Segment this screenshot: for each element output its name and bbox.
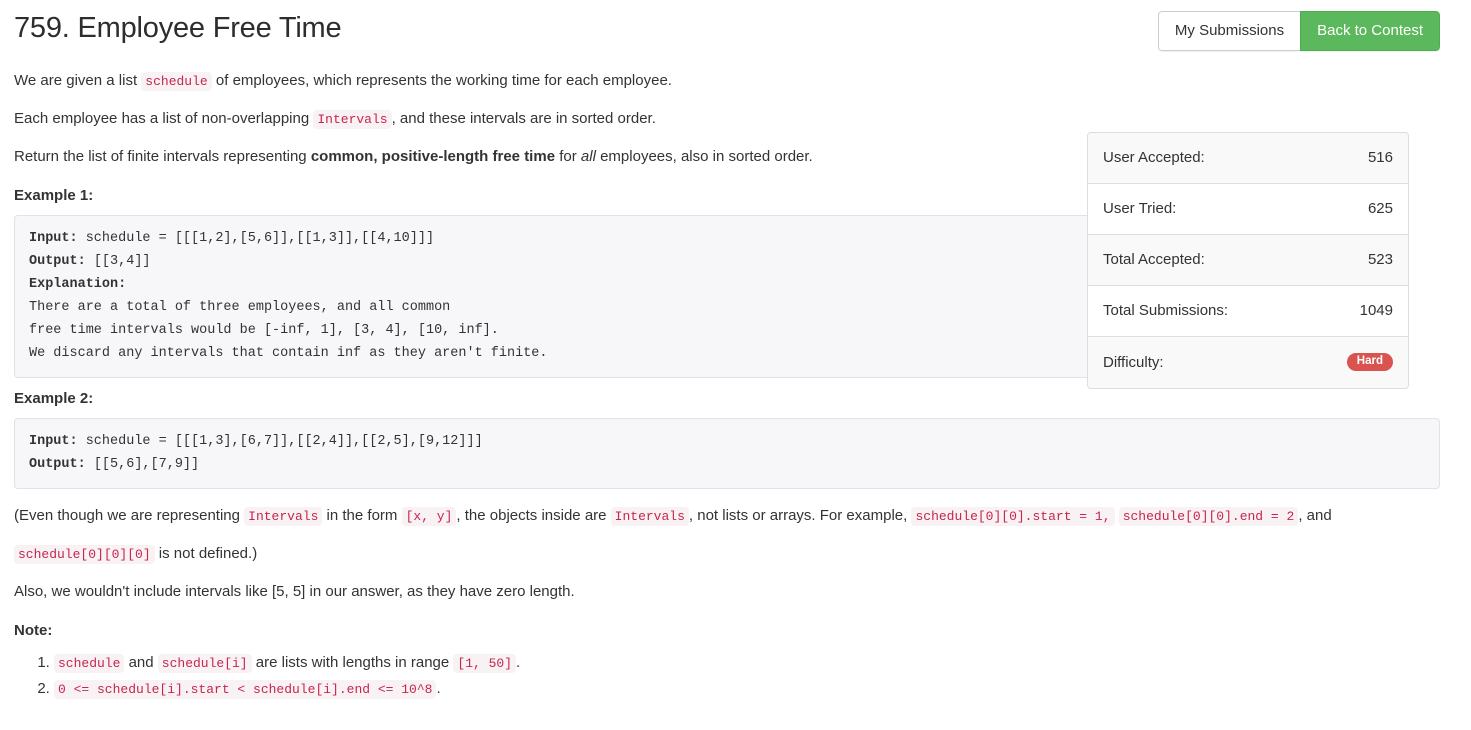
example-1-output-label: Output: xyxy=(29,254,86,269)
inline-code-schedule-triple-index: schedule[0][0][0] xyxy=(14,545,155,564)
desc-p2-text-before: Each employee has a list of non-overlapp… xyxy=(14,110,310,127)
example-1-explanation-line-2: free time intervals would be [-inf, 1], … xyxy=(29,323,499,338)
example-1-input-label: Input: xyxy=(29,231,78,246)
inline-code-schedule-start: schedule[0][0].start = 1, xyxy=(911,507,1115,526)
example-2-input-value: schedule = [[[1,3],[6,7]],[[2,4]],[[2,5]… xyxy=(77,434,483,449)
footnote-s6: is not defined.) xyxy=(158,545,258,562)
example-1-code-block: Input: schedule = [[[1,2],[5,6]],[[1,3]]… xyxy=(14,215,1108,378)
stat-row-difficulty: Difficulty: Hard xyxy=(1088,337,1408,388)
my-submissions-button[interactable]: My Submissions xyxy=(1157,11,1301,51)
note-list: schedule and schedule[i] are lists with … xyxy=(14,650,1440,702)
stat-label: User Tried: xyxy=(1103,200,1177,217)
header-button-group: My Submissions Back to Contest xyxy=(1157,11,1440,51)
note1-s3: . xyxy=(516,654,521,671)
example-1-output-value: [[3,4]] xyxy=(85,254,151,269)
inline-code-note2-constraint: 0 <= schedule[i].start < schedule[i].end… xyxy=(54,680,437,699)
intervals-footnote-paragraph: (Even though we are representing Interva… xyxy=(14,497,1440,573)
inline-code-note1-range: [1, 50] xyxy=(453,654,517,673)
footnote-s4: , not lists or arrays. For example, xyxy=(688,507,908,524)
stat-label: User Accepted: xyxy=(1103,149,1205,166)
page-title: 759. Employee Free Time xyxy=(14,12,342,44)
example-1-input-value: schedule = [[[1,2],[5,6]],[[1,3]],[[4,10… xyxy=(77,231,435,246)
inline-code-note1-schedule-i: schedule[i] xyxy=(157,654,252,673)
problem-page: 759. Employee Free Time My Submissions B… xyxy=(0,0,1471,730)
desc-p3-mid: for xyxy=(559,148,577,165)
stat-value: 523 xyxy=(1367,251,1393,268)
problem-body: We are given a list schedule of employee… xyxy=(14,62,1440,702)
stat-value: 1049 xyxy=(1359,302,1393,319)
stat-row-user-tried: User Tried: 625 xyxy=(1088,184,1408,235)
example-2-output-value: [[5,6],[7,9]] xyxy=(85,457,200,472)
page-header: 759. Employee Free Time My Submissions B… xyxy=(14,0,1440,62)
problem-stats-panel: User Accepted: 516 User Tried: 625 Total… xyxy=(1087,132,1409,389)
stat-row-total-accepted: Total Accepted: 523 xyxy=(1088,235,1408,286)
inline-code-schedule-end: schedule[0][0].end = 2 xyxy=(1118,507,1299,526)
example-2-output-label: Output: xyxy=(29,457,86,472)
example-1-explanation-line-3: We discard any intervals that contain in… xyxy=(29,346,548,361)
footnote-s2: in the form xyxy=(326,507,398,524)
desc-p1-text-before: We are given a list xyxy=(14,72,138,89)
stat-row-user-accepted: User Accepted: 516 xyxy=(1088,133,1408,184)
inline-code-intervals: Intervals xyxy=(313,110,392,129)
inline-code-intervals-form: Intervals xyxy=(244,507,323,526)
note1-s2: are lists with lengths in range xyxy=(255,654,450,671)
inline-code-xy: [x, y] xyxy=(401,507,457,526)
back-to-contest-button[interactable]: Back to Contest xyxy=(1300,11,1440,51)
desc-p1-text-after: of employees, which represents the worki… xyxy=(215,72,672,89)
example-1-explanation-label: Explanation: xyxy=(29,277,127,292)
zero-length-note-paragraph: Also, we wouldn't include intervals like… xyxy=(14,583,575,600)
note-heading: Note: xyxy=(14,622,53,639)
footnote-s1: (Even though we are representing xyxy=(14,507,240,524)
example-2-heading: Example 2: xyxy=(14,390,94,407)
desc-p3-italic: all xyxy=(580,148,596,165)
description-paragraph-1: We are given a list schedule of employee… xyxy=(14,62,1440,100)
note2-s1: . xyxy=(436,680,441,697)
inline-code-intervals-objects: Intervals xyxy=(610,507,689,526)
stat-label: Total Submissions: xyxy=(1103,302,1229,319)
desc-p2-text-after: , and these intervals are in sorted orde… xyxy=(391,110,656,127)
desc-p3-text-after: employees, also in sorted order. xyxy=(600,148,813,165)
footnote-s5: , and xyxy=(1298,507,1332,524)
inline-code-note1-schedule: schedule xyxy=(54,654,125,673)
footnote-s3: , the objects inside are xyxy=(456,507,607,524)
note-list-item: schedule and schedule[i] are lists with … xyxy=(54,650,1440,676)
note-list-item: 0 <= schedule[i].start < schedule[i].end… xyxy=(54,676,1440,702)
example-1-explanation-line-1: There are a total of three employees, an… xyxy=(29,300,451,315)
stat-value: 625 xyxy=(1367,200,1393,217)
example-2-code-block: Input: schedule = [[[1,3],[6,7]],[[2,4]]… xyxy=(14,418,1440,489)
difficulty-badge: Hard xyxy=(1346,352,1393,372)
note1-s1: and xyxy=(128,654,154,671)
stat-row-total-submissions: Total Submissions: 1049 xyxy=(1088,286,1408,337)
inline-code-schedule: schedule xyxy=(141,72,212,91)
example-2-input-label: Input: xyxy=(29,434,78,449)
stat-label: Total Accepted: xyxy=(1103,251,1205,268)
difficulty-label: Difficulty: xyxy=(1103,353,1164,371)
desc-p3-bold: common, positive-length free time xyxy=(310,148,556,165)
desc-p3-text-before: Return the list of finite intervals repr… xyxy=(14,148,307,165)
stat-value: 516 xyxy=(1367,149,1393,166)
